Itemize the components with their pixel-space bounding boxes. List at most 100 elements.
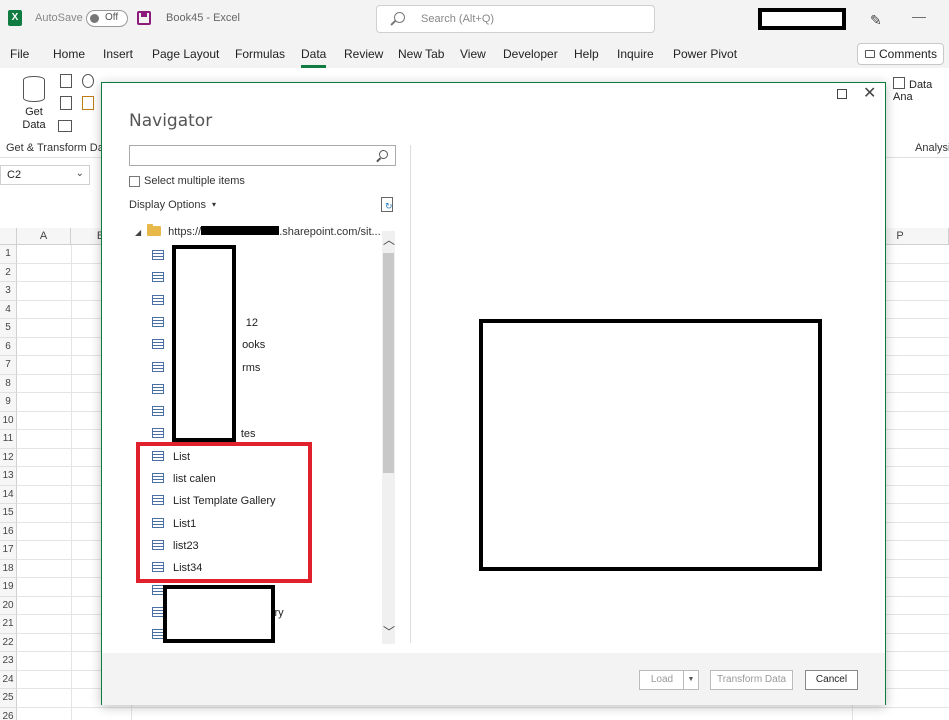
ribbon-tabs: File Home Insert Page Layout Formulas Data Rev… (0, 38, 949, 68)
row-header[interactable]: 22 (0, 633, 17, 652)
table-icon (152, 250, 164, 260)
save-icon[interactable] (137, 11, 151, 25)
excel-logo-icon: X (8, 10, 22, 26)
cancel-button[interactable]: Cancel (805, 670, 858, 690)
row-gridline (17, 706, 949, 708)
row-header[interactable]: 14 (0, 485, 17, 504)
row-header[interactable]: 26 (0, 707, 17, 720)
display-options-dropdown[interactable]: Display Options ▾ (129, 199, 216, 211)
row-header[interactable]: 10 (0, 411, 17, 430)
select-all-corner[interactable] (0, 228, 17, 245)
autosave-toggle[interactable]: Off (86, 10, 128, 27)
row-header[interactable]: 9 (0, 393, 17, 412)
tab-data[interactable]: Data (301, 47, 327, 68)
tab-developer[interactable]: Developer (503, 47, 558, 61)
pane-divider (410, 145, 411, 643)
close-icon[interactable]: ✕ (863, 85, 876, 103)
row-header[interactable]: 15 (0, 504, 17, 523)
load-dropdown-arrow[interactable]: ▼ (683, 670, 699, 690)
search-icon (394, 12, 405, 23)
redacted-names-box (172, 245, 236, 442)
title-bar: X AutoSave Off Book45 - Excel Search (Al… (0, 0, 949, 38)
select-multiple-label: Select multiple items (144, 175, 245, 187)
row-header[interactable]: 7 (0, 356, 17, 375)
row-header[interactable]: 21 (0, 615, 17, 634)
pen-icon[interactable]: ✎ (870, 12, 882, 29)
get-data-line2: Data (22, 119, 46, 131)
data-analysis-button[interactable]: Data Ana (893, 77, 949, 103)
minimize-icon[interactable]: — (912, 8, 926, 24)
tab-insert[interactable]: Insert (103, 47, 133, 61)
existing-connections-icon[interactable] (82, 96, 94, 110)
chevron-down-icon[interactable]: ⌄ (76, 168, 84, 179)
row-header[interactable]: 6 (0, 337, 17, 356)
row-header[interactable]: 2 (0, 263, 17, 282)
table-icon (152, 316, 164, 327)
row-header[interactable]: 3 (0, 282, 17, 301)
load-button[interactable]: Load (639, 670, 685, 690)
navigator-search-input[interactable] (129, 145, 396, 166)
tab-home[interactable]: Home (53, 47, 85, 61)
tab-new-tab[interactable]: New Tab (398, 47, 444, 61)
from-text-icon[interactable] (60, 74, 72, 88)
transform-data-button[interactable]: Transform Data (710, 670, 793, 690)
row-header[interactable]: 8 (0, 374, 17, 393)
row-header[interactable]: 1 (0, 245, 17, 264)
tree-scrollbar[interactable]: ︿ ﹀ (382, 231, 395, 644)
tab-review[interactable]: Review (344, 47, 383, 61)
table-icon (152, 406, 164, 417)
table-icon (152, 428, 164, 439)
tab-view[interactable]: View (460, 47, 486, 61)
row-header[interactable]: 5 (0, 319, 17, 338)
comments-button[interactable]: Comments (857, 43, 944, 65)
maximize-icon[interactable] (837, 89, 847, 99)
row-header[interactable]: 12 (0, 448, 17, 467)
refresh-icon[interactable] (381, 197, 393, 212)
redacted-account-name (758, 8, 846, 30)
row-header[interactable]: 11 (0, 430, 17, 449)
row-header[interactable]: 16 (0, 522, 17, 541)
scroll-thumb[interactable] (383, 253, 394, 473)
tab-formulas[interactable]: Formulas (235, 47, 285, 61)
tab-page-layout[interactable]: Page Layout (152, 47, 219, 61)
from-table-icon[interactable] (58, 120, 72, 132)
row-header[interactable]: 13 (0, 467, 17, 486)
dialog-footer: Load ▼ Transform Data Cancel (102, 653, 885, 705)
tab-power-pivot[interactable]: Power Pivot (673, 47, 737, 61)
comments-label: Comments (879, 47, 938, 61)
database-icon[interactable] (23, 76, 45, 102)
name-box[interactable]: C2 ⌄ (0, 165, 90, 185)
comment-icon (865, 50, 875, 58)
highlight-box (136, 442, 312, 583)
row-header[interactable]: 24 (0, 670, 17, 689)
row-header[interactable]: 25 (0, 689, 17, 708)
recent-sources-icon[interactable] (82, 74, 94, 88)
root-suffix: .sharepoint.com/sit... (279, 226, 381, 238)
redacted-names-box (163, 585, 275, 643)
get-data-button[interactable]: Get Data (17, 106, 51, 132)
select-multiple-checkbox[interactable] (129, 176, 140, 187)
tab-help[interactable]: Help (574, 47, 599, 61)
row-header[interactable]: 19 (0, 578, 17, 597)
column-header[interactable]: A (17, 228, 71, 245)
table-icon (152, 294, 164, 305)
tab-file[interactable]: File (10, 47, 29, 61)
row-header[interactable]: 18 (0, 559, 17, 578)
scroll-up-icon[interactable]: ︿ (383, 231, 395, 248)
dialog-title: Navigator (129, 111, 213, 131)
row-header[interactable]: 17 (0, 541, 17, 560)
tab-inquire[interactable]: Inquire (617, 47, 654, 61)
row-header[interactable]: 4 (0, 300, 17, 319)
row-header[interactable]: 23 (0, 652, 17, 671)
collapse-triangle-icon[interactable]: ◢ (135, 228, 141, 237)
display-options-label: Display Options (129, 199, 207, 211)
root-prefix: https:// (168, 226, 202, 238)
folder-icon (147, 224, 162, 236)
caret-down-icon: ▾ (212, 200, 217, 209)
search-input[interactable]: Search (Alt+Q) (376, 5, 655, 33)
scroll-down-icon[interactable]: ﹀ (383, 623, 395, 640)
row-header[interactable]: 20 (0, 596, 17, 615)
from-web-icon[interactable] (60, 96, 72, 110)
tree-root-node[interactable]: ◢ https:// .sharepoint.com/sit... (135, 224, 381, 238)
redacted-domain (201, 226, 280, 235)
